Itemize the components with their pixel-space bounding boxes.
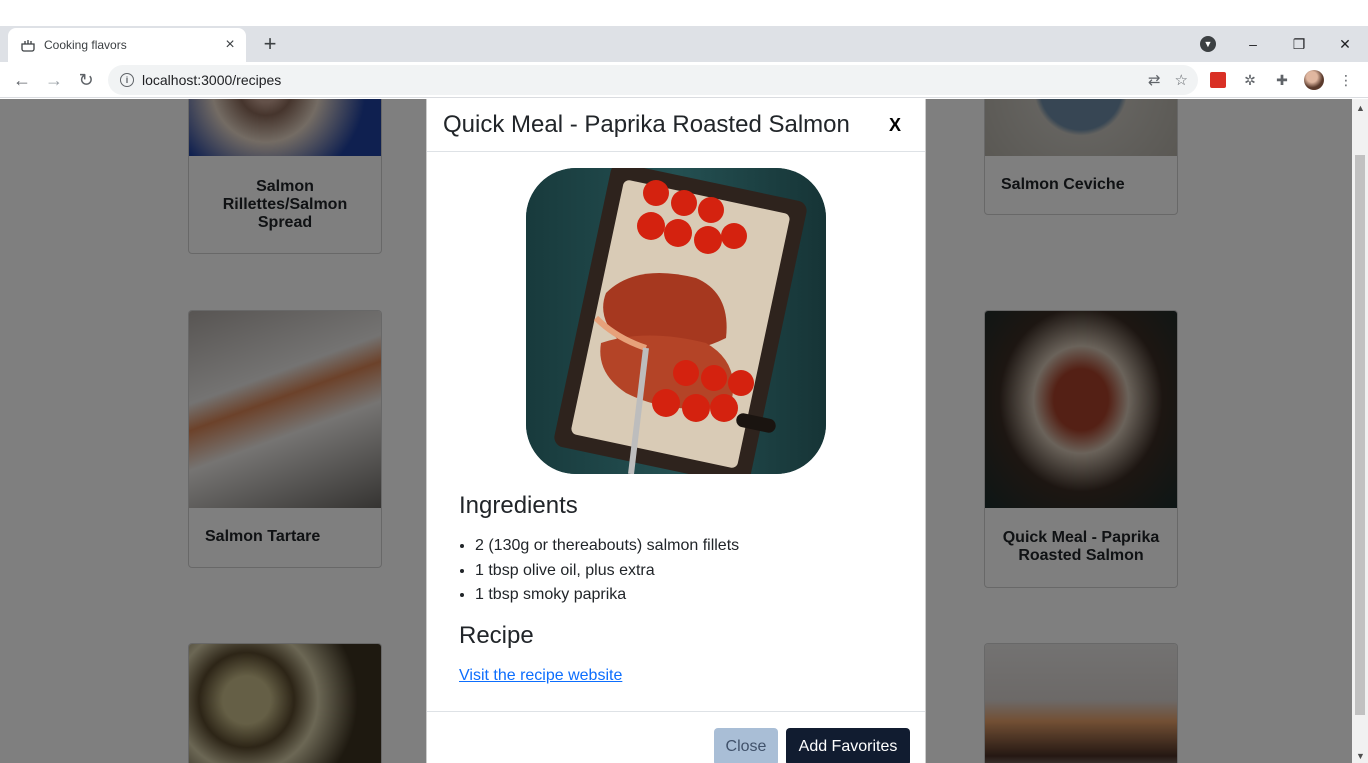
tab-title: Cooking flavors — [44, 38, 127, 52]
scrollbar-thumb[interactable] — [1355, 155, 1365, 715]
modal-close-icon[interactable]: X — [885, 115, 905, 136]
recipe-heading: Recipe — [459, 621, 534, 649]
window-controls: – ❐ ✕ — [1230, 26, 1368, 62]
reload-icon[interactable]: ↻ — [74, 68, 98, 92]
extension-bug-icon[interactable]: ✲ — [1240, 70, 1260, 90]
site-info-icon[interactable]: i — [120, 73, 134, 87]
translate-icon[interactable]: ⇄ — [1148, 71, 1161, 89]
ingredients-heading: Ingredients — [459, 492, 578, 519]
profile-avatar[interactable] — [1304, 70, 1324, 90]
list-item: 1 tbsp olive oil, plus extra — [475, 559, 893, 584]
recipe-website-link[interactable]: Visit the recipe website — [459, 667, 622, 685]
page-scrollbar[interactable]: ▲ ▼ — [1352, 99, 1368, 763]
browser-toolbar: ← → ↻ i localhost:3000/recipes ⇄ ☆ ✲ ✚ ⋮ — [0, 62, 1368, 98]
dish-image — [526, 168, 826, 474]
recipe-modal: Quick Meal - Paprika Roasted Salmon X In… — [426, 99, 926, 763]
modal-header: Quick Meal - Paprika Roasted Salmon X — [427, 99, 925, 152]
extensions-puzzle-icon[interactable]: ✚ — [1272, 70, 1292, 90]
close-button[interactable]: Close — [714, 728, 778, 763]
ingredients-list: 2 (130g or thereabouts) salmon fillets 1… — [459, 534, 893, 608]
restore-button[interactable]: ❐ — [1276, 36, 1322, 53]
forward-icon[interactable]: → — [42, 68, 66, 92]
browser-tab[interactable]: Cooking flavors × — [8, 28, 246, 62]
list-item: 2 (130g or thereabouts) salmon fillets — [475, 534, 893, 559]
modal-body: Ingredients 2 (130g or thereabouts) salm… — [427, 152, 925, 701]
address-bar[interactable]: i localhost:3000/recipes ⇄ ☆ — [108, 65, 1198, 95]
extension-red-icon[interactable] — [1208, 70, 1228, 90]
close-window-button[interactable]: ✕ — [1322, 36, 1368, 53]
minimize-button[interactable]: – — [1230, 36, 1276, 52]
menu-kebab-icon[interactable]: ⋮ — [1336, 70, 1356, 90]
modal-footer: Close Add Favorites — [427, 711, 925, 763]
scroll-down-icon[interactable]: ▼ — [1356, 751, 1365, 761]
tab-search-icon[interactable]: ▼ — [1200, 36, 1216, 52]
cooking-pot-icon — [20, 37, 36, 53]
modal-title: Quick Meal - Paprika Roasted Salmon — [443, 111, 850, 138]
title-bar — [0, 0, 1368, 26]
back-icon[interactable]: ← — [10, 68, 34, 92]
new-tab-button[interactable]: + — [258, 31, 282, 56]
scroll-up-icon[interactable]: ▲ — [1356, 103, 1365, 113]
add-favorites-button[interactable]: Add Favorites — [786, 728, 910, 763]
tab-close-icon[interactable]: × — [220, 35, 240, 55]
url-text: localhost:3000/recipes — [142, 72, 282, 88]
bookmark-star-icon[interactable]: ☆ — [1175, 71, 1188, 89]
list-item: 1 tbsp smoky paprika — [475, 583, 893, 608]
